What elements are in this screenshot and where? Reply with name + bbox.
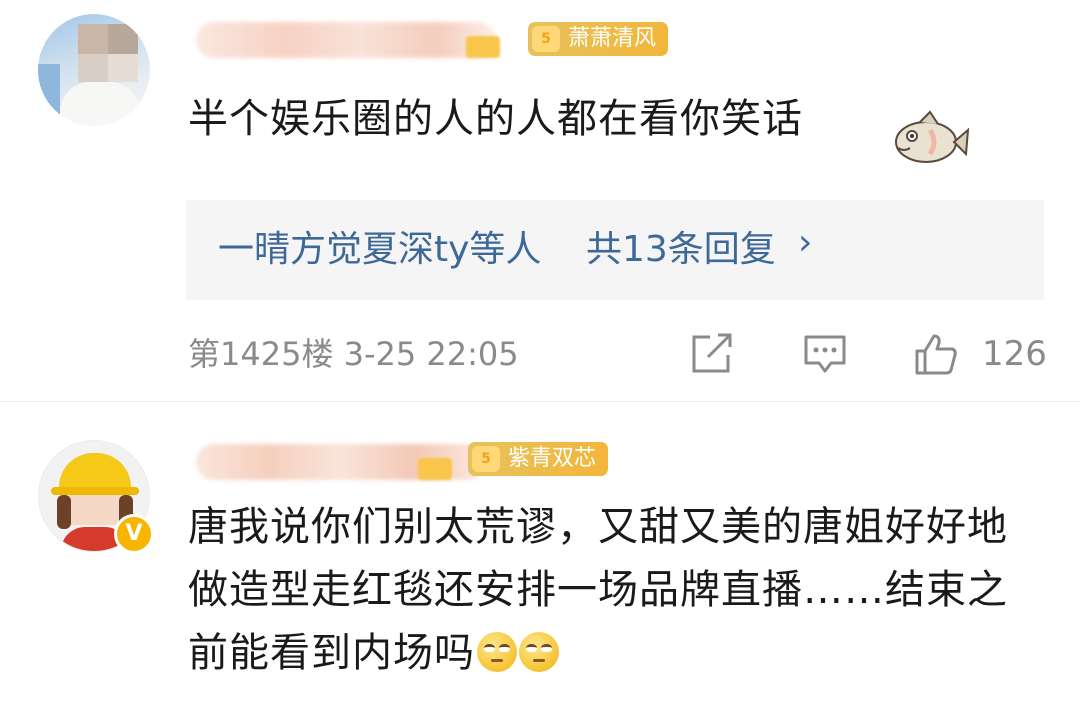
level-icon xyxy=(466,36,500,58)
share-icon[interactable] xyxy=(690,333,734,375)
replies-preview[interactable]: 一晴方觉夏深ty等人 共13条回复 › xyxy=(186,200,1044,300)
badge-title: 萧萧清风 xyxy=(568,26,657,51)
eye-roll-emoji-icon xyxy=(519,632,559,672)
reply-count[interactable]: 共13条回复 xyxy=(586,226,776,274)
floor-number: 第1425楼 xyxy=(188,335,334,373)
verified-badge-icon: V xyxy=(114,514,154,554)
comment-text: 半个娱乐圈的人的人都在看你笑话 xyxy=(188,96,803,142)
comment-icon[interactable] xyxy=(803,333,847,375)
like-count: 126 xyxy=(982,334,1047,374)
thumbs-up-icon[interactable] xyxy=(914,333,958,375)
badge-level-icon: 5 xyxy=(532,26,560,52)
fan-badge[interactable]: 5 紫青双芯 xyxy=(468,442,609,476)
comment-text: 唐我说你们别太荒谬，又甜又美的唐姐好好地做造型走红毯还安排一场品牌直播……结束之… xyxy=(188,496,1048,685)
badge-level-icon: 5 xyxy=(472,446,500,472)
reply-users[interactable]: 一晴方觉夏深ty等人 xyxy=(218,226,541,274)
level-icon xyxy=(418,458,452,480)
avatar[interactable] xyxy=(38,14,150,126)
comment-meta: 第1425楼 3-25 22:05 xyxy=(188,334,519,374)
username-blurred[interactable] xyxy=(196,22,496,58)
chevron-right-icon: › xyxy=(798,222,813,263)
fish-sticker-icon xyxy=(895,110,970,163)
badge-title: 紫青双芯 xyxy=(508,446,597,471)
eye-roll-emoji-icon xyxy=(477,632,517,672)
comment-text-body: 唐我说你们别太荒谬，又甜又美的唐姐好好地做造型走红毯还安排一场品牌直播……结束之… xyxy=(188,504,1008,676)
fan-badge[interactable]: 5 萧萧清风 xyxy=(528,22,669,56)
comment-time: 3-25 22:05 xyxy=(343,335,519,373)
comment-item: 5 萧萧清风 半个娱乐圈的人的人都在看你笑话 一晴方觉夏深ty等人 共13条回复… xyxy=(0,0,1080,402)
